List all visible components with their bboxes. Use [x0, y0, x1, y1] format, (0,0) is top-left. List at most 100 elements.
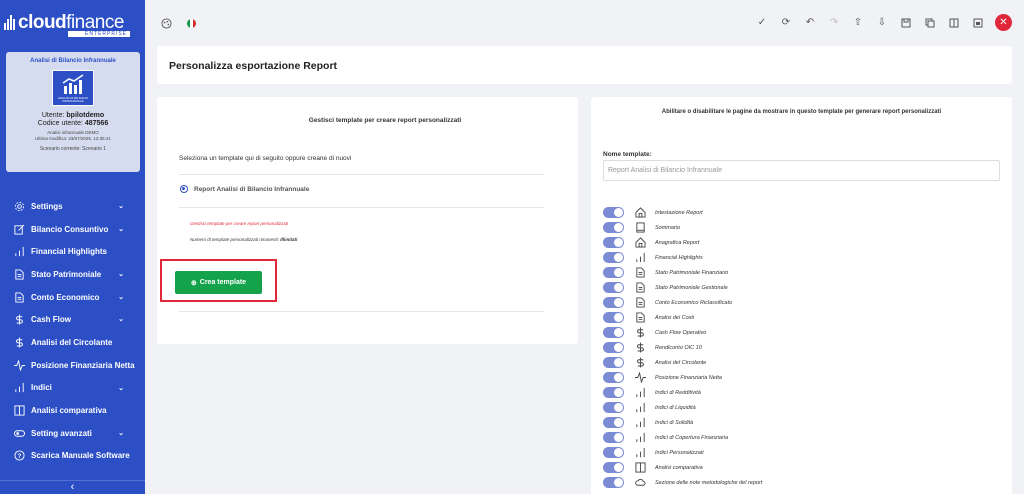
remaining-value: Illimitati [280, 237, 298, 242]
report-thumbnail-text: ANALISI DI BILANCIO INFRANNUALE [57, 96, 89, 103]
template-radio-label[interactable]: Report Analisi di Bilancio Infrannuale [194, 186, 309, 193]
sidebar-item-cash-flow[interactable]: Cash Flow ⌄ [0, 308, 145, 331]
create-template-button[interactable]: ⊕ Crea template [175, 271, 262, 294]
template-radio[interactable] [180, 185, 188, 193]
sidebar-item-conto-economico[interactable]: Conto Economico ⌄ [0, 286, 145, 309]
page-toggle-switch[interactable] [603, 267, 624, 278]
sidebar-item-settings[interactable]: Settings ⌄ [0, 195, 145, 218]
page-toggle-switch[interactable] [603, 282, 624, 293]
palette-icon[interactable] [159, 16, 173, 30]
page-toggle-row: Sommario [603, 220, 762, 235]
sidebar-item-bilancio-consuntivo[interactable]: Bilancio Consuntivo ⌄ [0, 218, 145, 241]
sidebar-item-label: Indici [31, 383, 52, 393]
sidebar-item-posizione-finanziaria-netta[interactable]: Posizione Finanziaria Netta [0, 354, 145, 377]
document-icon [635, 297, 646, 308]
page-toggle-switch[interactable] [603, 372, 624, 383]
page-toggle-switch[interactable] [603, 417, 624, 428]
page-toggle-switch[interactable] [603, 462, 624, 473]
page-toggle-switch[interactable] [603, 297, 624, 308]
sidebar-item-setting-avanzati[interactable]: Setting avanzati ⌄ [0, 422, 145, 445]
page-toggle-switch[interactable] [603, 432, 624, 443]
template-manager-subtitle: Seleziona un template qui di seguito opp… [179, 155, 352, 162]
sidebar-item-stato-patrimoniale[interactable]: Stato Patrimoniale ⌄ [0, 263, 145, 286]
plus-circle-icon: ⊕ [190, 279, 197, 287]
toggle-icon [13, 427, 25, 439]
sidebar-item-scarica-manuale-software[interactable]: ? Scarica Manuale Software [0, 445, 145, 468]
document-icon [635, 312, 646, 323]
page-title: Personalizza esportazione Report [169, 60, 338, 72]
template-name-input[interactable]: Report Analisi di Bilancio Infrannuale [603, 160, 1000, 181]
sidebar-item-analisi-del-circolante[interactable]: Analisi del Circolante [0, 331, 145, 354]
page-toggle-switch[interactable] [603, 327, 624, 338]
page-toggle-switch[interactable] [603, 222, 624, 233]
document-icon [635, 267, 646, 278]
italian-flag-icon[interactable] [187, 18, 196, 28]
current-scenario: Scenario corrente: Scenario 1 [39, 146, 107, 152]
page-toggle-switch[interactable] [603, 312, 624, 323]
check-icon[interactable]: ✓ [755, 16, 769, 30]
page-toggle-row: Cash Flow Operativo [603, 325, 762, 340]
dollar-icon [635, 327, 646, 338]
chevron-left-icon: ‹ [70, 481, 75, 493]
page-toggle-label: Stato Patrimoniale Gestionale [655, 284, 728, 291]
page-toggle-row: Stato Patrimoniale Finanziario [603, 265, 762, 280]
sidebar-item-financial-highlights[interactable]: Financial Highlights [0, 240, 145, 263]
template-name-label: Nome template: [603, 151, 652, 158]
page-toggle-switch[interactable] [603, 207, 624, 218]
page-toggle-label: Anagrafica Report [655, 239, 700, 246]
last-modified: Ultima modifica: 23/07/2025, 12:35:41 [35, 136, 111, 141]
toolbar-actions: ✓ ⟳ ↶ ↷ ⇧ ⇩ ✕ [755, 14, 1012, 31]
page-toggle-switch[interactable] [603, 402, 624, 413]
chevron-down-icon: ⌄ [118, 384, 124, 392]
page-toggle-switch[interactable] [603, 477, 624, 488]
code-line: Codice utente: 487566 [6, 120, 140, 127]
template-manager-title: Gestisci template per creare report pers… [308, 117, 462, 124]
sidebar-item-label: Stato Patrimoniale [31, 269, 102, 279]
panel-icon[interactable] [947, 16, 961, 30]
close-icon[interactable]: ✕ [995, 14, 1012, 31]
edit-icon [13, 223, 25, 235]
page-toggle-label: Financial Highlights [655, 254, 703, 261]
sidebar-item-analisi-comparativa[interactable]: Analisi comparativa [0, 399, 145, 422]
brand-name-bold: cloud [18, 11, 67, 33]
sidebar: cloudfinance ENTERPRISE Analisi di Bilan… [0, 0, 145, 494]
chevron-down-icon: ⌄ [118, 271, 124, 279]
page-toggle-label: Sommario [655, 224, 681, 231]
download-icon[interactable]: ⇩ [875, 16, 889, 30]
sidebar-item-label: Analisi del Circolante [31, 337, 113, 347]
brand-logo: cloudfinance [0, 0, 145, 44]
refresh-icon[interactable]: ⟳ [779, 16, 793, 30]
sidebar-nav: Settings ⌄ Bilancio Consuntivo ⌄ Financial H… [0, 195, 145, 467]
page-toggle-switch[interactable] [603, 357, 624, 368]
page-toggle-switch[interactable] [603, 252, 624, 263]
report-thumbnail: ANALISI DI BILANCIO INFRANNUALE [52, 70, 94, 106]
page-toggle-row: Indici di Solidità [603, 415, 762, 430]
remaining-templates: Numero di template personalizzati rimane… [190, 237, 297, 242]
brand-name-light: finance [66, 11, 124, 33]
calendar-icon[interactable] [971, 16, 985, 30]
user-name: bpilotdemo [66, 112, 105, 119]
page-toggle-row: Analisi del Circolante [603, 355, 762, 370]
upload-icon[interactable]: ⇧ [851, 16, 865, 30]
page-toggle-switch[interactable] [603, 447, 624, 458]
pulse-icon [13, 359, 25, 371]
bar-chart-icon [13, 382, 25, 394]
page-toggle-row: Indici Personalizzati [603, 445, 762, 460]
copy-icon[interactable] [923, 16, 937, 30]
page-toggle-switch[interactable] [603, 387, 624, 398]
page-toggle-row: Intestazione Report [603, 205, 762, 220]
undo-icon[interactable]: ↶ [803, 16, 817, 30]
sidebar-item-label: Settings [31, 201, 63, 211]
page-toggle-label: Indici di Solidità [655, 419, 694, 426]
chevron-down-icon: ⌄ [118, 293, 124, 301]
page-toggle-switch[interactable] [603, 237, 624, 248]
redo-icon[interactable]: ↷ [827, 16, 841, 30]
sidebar-item-label: Bilancio Consuntivo [31, 224, 109, 234]
save-icon[interactable] [899, 16, 913, 30]
sidebar-item-indici[interactable]: Indici ⌄ [0, 377, 145, 400]
page-toggle-switch[interactable] [603, 342, 624, 353]
collapse-sidebar-button[interactable]: ‹ [0, 480, 145, 494]
sidebar-item-label: Scarica Manuale Software [31, 451, 130, 461]
page-toggle-label: Sezione delle note metodologiche del rep… [655, 479, 763, 486]
sidebar-item-label: Posizione Finanziaria Netta [31, 360, 135, 370]
